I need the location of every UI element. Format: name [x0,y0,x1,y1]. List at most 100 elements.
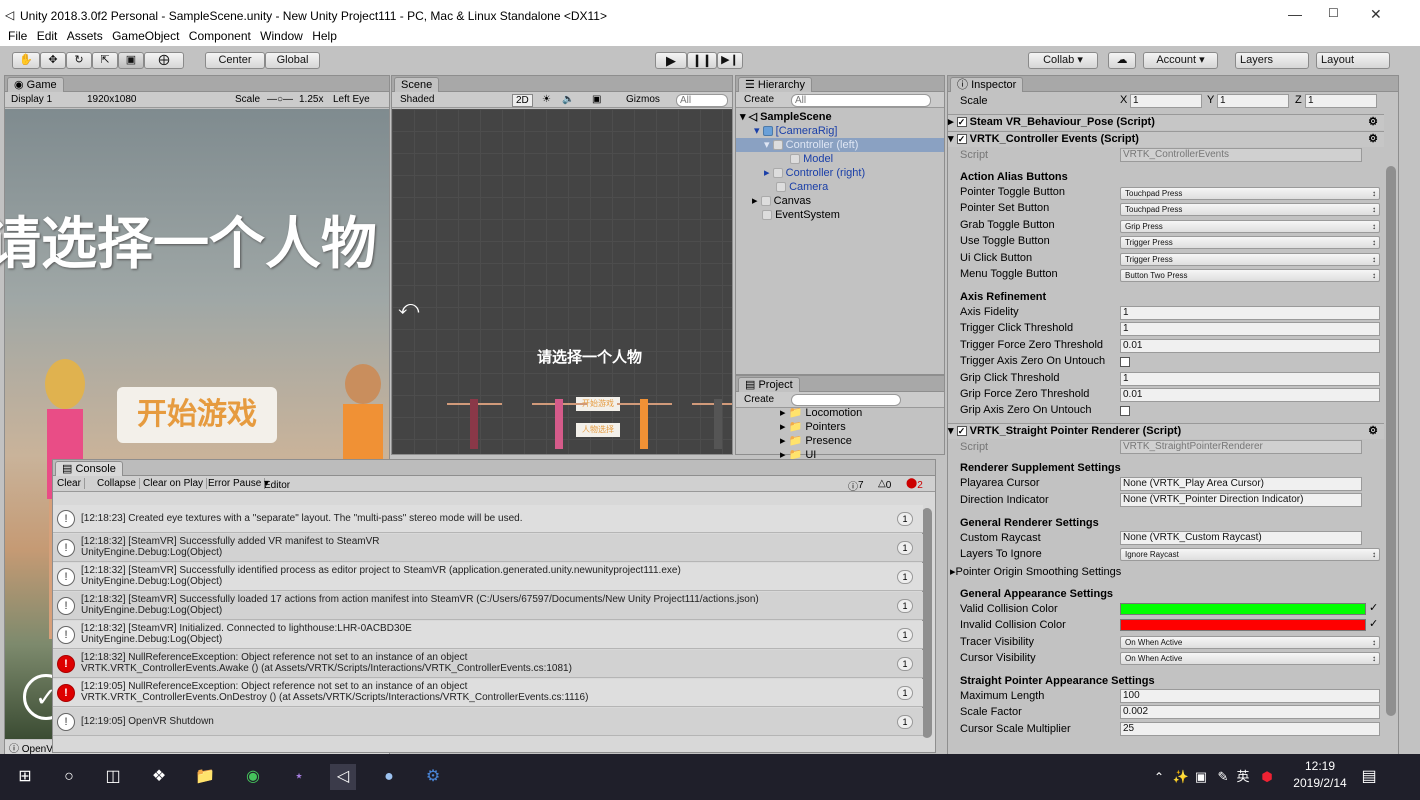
pointer-origin-smoothing-foldout[interactable]: ▸Pointer Origin Smoothing Settings [950,565,1121,578]
lighting-icon[interactable]: ☀ [542,94,551,105]
rect-tool-icon[interactable]: ▣ [118,52,144,69]
move-tool-icon[interactable]: ✥ [40,52,66,69]
unity-taskbar-icon[interactable]: ◁ [330,764,356,790]
axis-setting-checkbox[interactable] [1120,406,1130,417]
play-icon[interactable]: ▶ [655,52,687,69]
ime-indicator[interactable]: 英 [1230,764,1256,790]
component-settings-icon[interactable]: ⚙ [1368,115,1378,130]
rotate-tool-icon[interactable]: ↻ [66,52,92,69]
step-icon[interactable]: ▶❙ [717,52,743,69]
tracer-visibility-dropdown[interactable]: On When Active [1120,636,1380,649]
app-icon[interactable]: ❖ [146,764,172,790]
menu-edit[interactable]: Edit [37,28,58,45]
project-create-button[interactable]: Create [744,394,774,405]
scale-x-input[interactable]: 1 [1130,94,1202,108]
alias-button-dropdown[interactable]: Touchpad Press [1120,203,1380,217]
gizmos-dropdown[interactable]: Gizmos [626,94,660,105]
axis-setting-checkbox[interactable] [1120,357,1130,368]
component-controller-events[interactable]: ▾ ✓ VRTK_Controller Events (Script) ⚙ [948,131,1384,147]
menu-help[interactable]: Help [312,28,337,45]
component-settings-icon[interactable]: ⚙ [1368,132,1378,147]
console-log-row[interactable]: ! [12:18:32] NullReferenceException: Obje… [53,650,923,678]
collab-dropdown[interactable]: Collab ▾ [1028,52,1098,69]
menu-component[interactable]: Component [189,28,251,45]
minimize-button[interactable]: — [1288,6,1302,22]
file-explorer-icon[interactable]: 📁 [192,764,218,790]
tab-inspector[interactable]: ⓘ Inspector [950,77,1024,92]
axis-setting-field[interactable]: 1 [1120,371,1380,386]
console-log-row[interactable]: ! [12:18:32] [SteamVR] Successfully ident… [53,563,923,591]
console-log-row[interactable]: ! [12:18:32] [SteamVR] Initialized. Conne… [53,621,923,649]
2d-toggle[interactable]: 2D [512,94,533,107]
valid-collision-color-swatch[interactable] [1120,603,1366,615]
alias-button-dropdown[interactable]: Grip Press [1120,219,1380,233]
display-select[interactable]: Display 1 [11,94,52,105]
menu-file[interactable]: File [8,28,27,45]
custom-raycast-field[interactable]: None (VRTK_Custom Raycast) [1120,531,1362,545]
tab-scene[interactable]: Scene [394,77,440,92]
maximum-length-field[interactable]: 100 [1120,689,1380,703]
hand-tool-icon[interactable]: ✋ [12,52,40,69]
transform-tool-icon[interactable]: ⨁ [144,52,184,69]
tab-game[interactable]: ◉ Game [7,77,64,92]
hierarchy-scene[interactable]: ▾ ◁ SampleScene [740,110,832,124]
console-log-row[interactable]: ! [12:18:23] Created eye textures with a … [53,505,923,533]
eyedropper-icon[interactable]: ✓ [1369,601,1378,614]
error-count-toggle[interactable]: ⬤ 2 [906,478,923,491]
clock-date[interactable]: 2019/2/14 [1290,776,1350,790]
alias-button-dropdown[interactable]: Touchpad Press [1120,187,1380,200]
layers-dropdown[interactable]: Layers [1235,52,1309,69]
folder-locomotion[interactable]: ▸ 📁 Locomotion [780,406,862,420]
folder-pointers[interactable]: ▸ 📁 Pointers [780,420,846,434]
eyedropper-icon[interactable]: ✓ [1369,617,1378,630]
console-collapse-button[interactable]: Collapse [97,478,140,489]
warn-count-toggle[interactable]: △ 0 [878,478,891,491]
axis-setting-field[interactable]: 1 [1120,306,1380,320]
hierarchy-create-button[interactable]: Create [744,94,774,105]
scale-y-input[interactable]: 1 [1217,94,1289,108]
alias-button-dropdown[interactable]: Trigger Press [1120,236,1380,250]
component-settings-icon[interactable]: ⚙ [1368,424,1378,439]
hierarchy-camera[interactable]: Camera [776,180,828,194]
console-clear-button[interactable]: Clear [57,478,85,489]
antivirus-icon[interactable]: ⬢ [1254,764,1280,790]
pivot-center-button[interactable]: Center [205,52,265,69]
hierarchy-controller-left[interactable]: ▾ Controller (left) [736,138,944,152]
scale-slider[interactable]: —○— [267,94,293,105]
eye-select[interactable]: Left Eye [333,94,370,105]
layout-dropdown[interactable]: Layout [1316,52,1390,69]
windows-start-icon[interactable]: ⊞ [12,764,38,790]
direction-indicator-field[interactable]: None (VRTK_Pointer Direction Indicator) [1120,493,1362,507]
scale-tool-icon[interactable]: ⇱ [92,52,118,69]
inspector-scrollbar[interactable] [1384,166,1398,746]
pivot-global-button[interactable]: Global [265,52,320,69]
hierarchy-canvas[interactable]: ▸ Canvas [752,194,811,208]
tab-project[interactable]: ▤ Project [738,377,800,392]
visual-studio-icon[interactable]: ⋆ [286,764,312,790]
effects-icon[interactable]: ▣ [592,94,601,105]
inspector-scroll-thumb[interactable] [1386,166,1396,716]
console-clear-on-play-button[interactable]: Clear on Play [143,478,208,489]
scale-z-input[interactable]: 1 [1305,94,1377,108]
hierarchy-camerarig[interactable]: ▾ [CameraRig] [754,124,837,138]
shading-select[interactable]: Shaded [400,94,434,105]
playarea-cursor-field[interactable]: None (VRTK_Play Area Cursor) [1120,477,1362,491]
audio-icon[interactable]: 🔈 [562,94,574,105]
account-dropdown[interactable]: Account ▾ [1143,52,1218,69]
scene-viewport[interactable]: ⤺ 请选择一个人物 开始游戏 人物选择 [392,109,732,454]
axis-setting-field[interactable]: 0.01 [1120,388,1380,402]
console-log-row[interactable]: ! [12:18:32] [SteamVR] Successfully loade… [53,592,923,620]
cursor-scale-multiplier-field[interactable]: 25 [1120,722,1380,736]
settings-gear-icon[interactable]: ⚙ [420,764,446,790]
resolution-select[interactable]: 1920x1080 [87,94,137,105]
hierarchy-model[interactable]: Model [790,152,833,166]
project-search-input[interactable] [791,394,901,406]
menu-window[interactable]: Window [260,28,303,45]
menu-assets[interactable]: Assets [67,28,103,45]
cursor-visibility-dropdown[interactable]: On When Active [1120,652,1380,665]
console-log-row[interactable]: ! [12:19:05] OpenVR Shutdown 1 [53,708,923,736]
hierarchy-controller-right[interactable]: ▸ Controller (right) [764,166,865,180]
notification-icon[interactable]: ▤ [1356,764,1382,790]
browser-icon[interactable]: ◉ [240,764,266,790]
tab-console[interactable]: ▤ Console [55,461,123,476]
